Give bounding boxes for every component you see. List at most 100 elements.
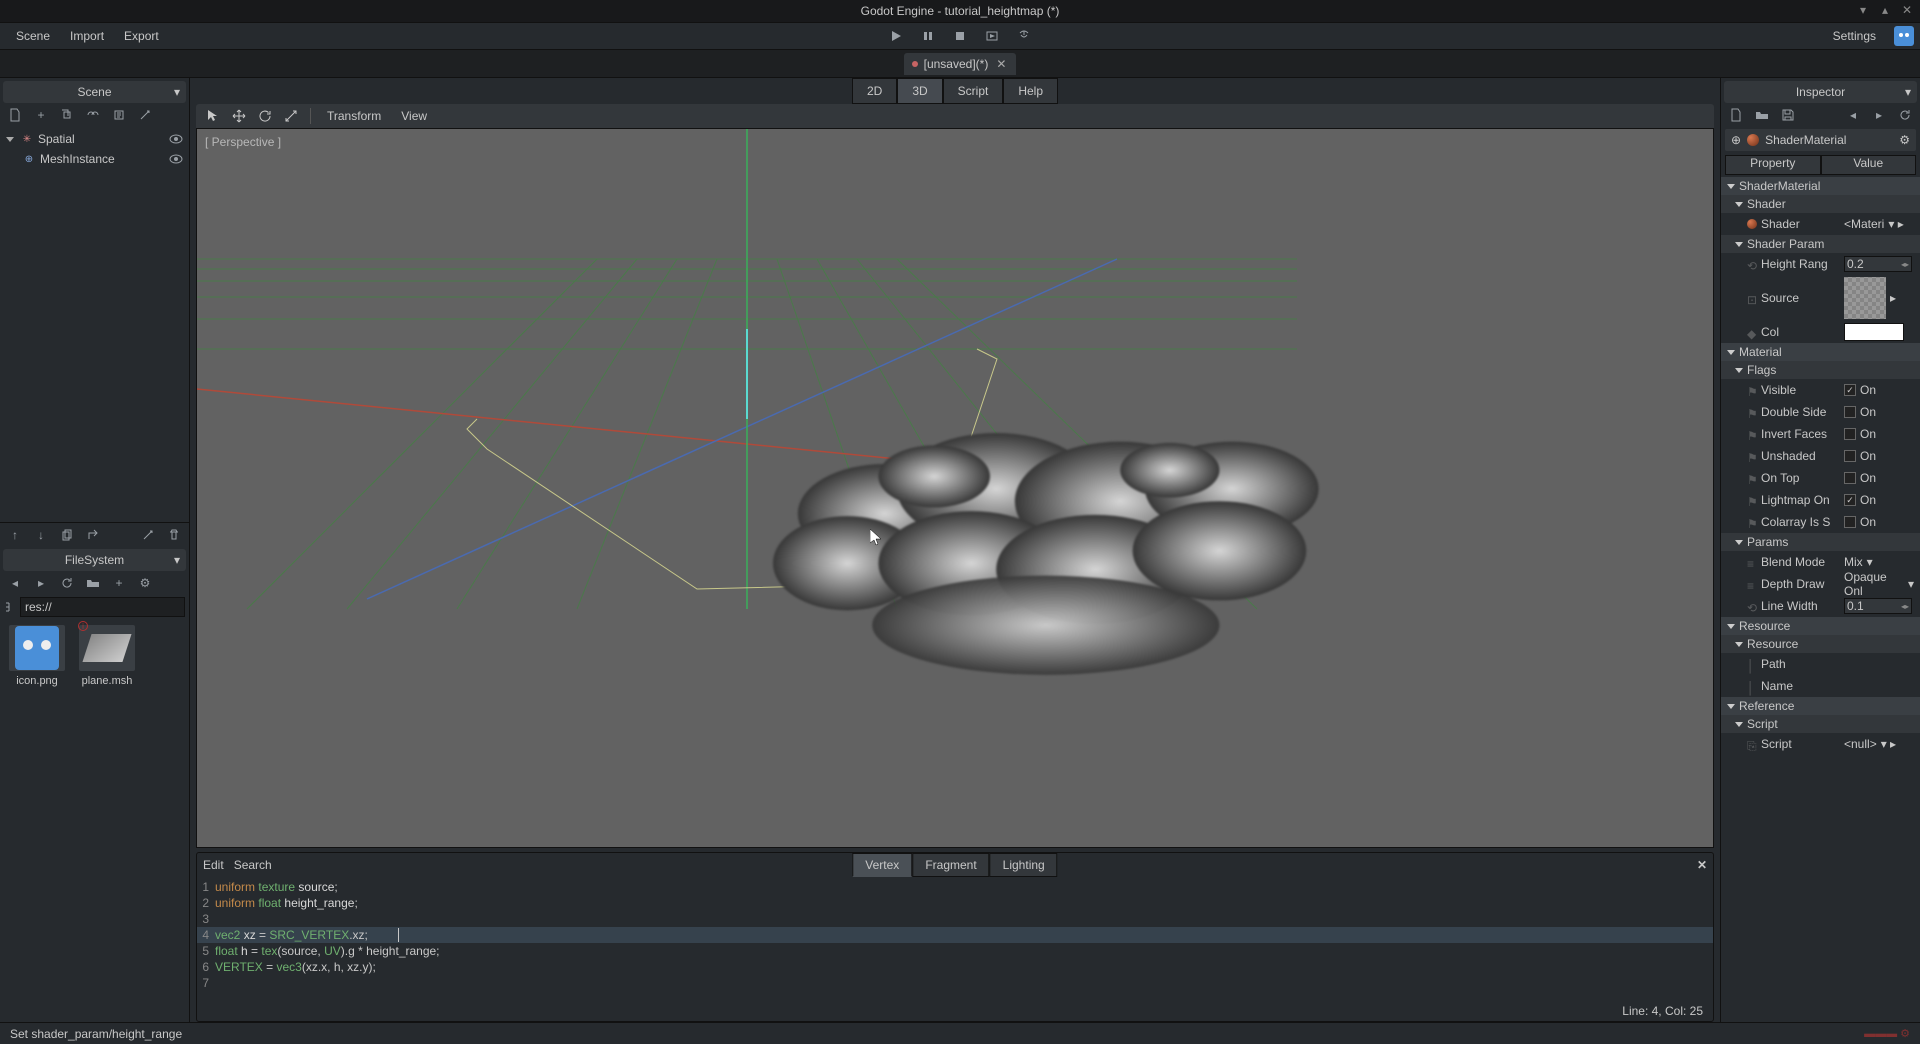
tree-node-meshinstance[interactable]: ⊕ MeshInstance	[4, 149, 185, 169]
transform-menu[interactable]: Transform	[319, 107, 389, 125]
play-scene-icon[interactable]	[979, 25, 1005, 47]
script-icon[interactable]	[108, 105, 130, 125]
history-back-icon[interactable]: ◂	[1842, 105, 1864, 125]
rotate-tool-icon[interactable]	[254, 106, 276, 126]
tab-2d[interactable]: 2D	[852, 78, 897, 104]
scene-tab-unsaved[interactable]: [unsaved](*) ✕	[904, 53, 1017, 75]
menu-export[interactable]: Export	[114, 25, 169, 47]
shader-close-icon[interactable]: ✕	[1697, 858, 1707, 872]
3d-viewport[interactable]: [ Perspective ]	[196, 128, 1714, 848]
close-icon[interactable]: ✕	[1900, 3, 1914, 17]
nav-settings-icon[interactable]: ⚙	[134, 573, 156, 593]
settings-button[interactable]: Settings	[1823, 25, 1886, 47]
tab-3d[interactable]: 3D	[897, 78, 942, 104]
section-shaderparam[interactable]: Shader Param	[1721, 235, 1920, 253]
move-tool-icon[interactable]	[228, 106, 250, 126]
prop-visible[interactable]: ⚑VisibleOn	[1721, 379, 1920, 401]
file-plane-msh[interactable]: plane.msh	[76, 625, 138, 687]
visibility-icon[interactable]	[169, 154, 185, 164]
dock-menu-icon[interactable]: ▾	[174, 553, 180, 567]
checkbox[interactable]	[1844, 450, 1856, 462]
save-resource-icon[interactable]	[1777, 105, 1799, 125]
duplicate-icon[interactable]	[56, 525, 78, 545]
prop-unshaded[interactable]: ⚑UnshadedOn	[1721, 445, 1920, 467]
multi-edit-icon[interactable]	[137, 525, 159, 545]
expand-icon[interactable]	[6, 137, 14, 142]
play-icon[interactable]	[883, 25, 909, 47]
scene-dock-header[interactable]: Scene ▾	[3, 81, 186, 103]
prop-depth-draw[interactable]: ≡Depth DrawOpaque Onl ▾	[1721, 573, 1920, 595]
checkbox[interactable]	[1844, 472, 1856, 484]
inspector-object-row[interactable]: ⊕ ShaderMaterial ⚙	[1725, 129, 1916, 151]
checkbox[interactable]	[1844, 428, 1856, 440]
section-flags[interactable]: Flags	[1721, 361, 1920, 379]
menu-import[interactable]: Import	[60, 25, 114, 47]
revert-icon[interactable]: ⊡	[1747, 293, 1757, 303]
texture-swatch[interactable]	[1844, 277, 1886, 319]
file-icon-png[interactable]: icon.png	[6, 625, 68, 687]
section-shader[interactable]: Shader	[1721, 195, 1920, 213]
maximize-icon[interactable]: ▴	[1878, 3, 1892, 17]
revert-icon[interactable]: ◆	[1747, 327, 1757, 337]
inspector-dock-header[interactable]: Inspector ▾	[1724, 81, 1917, 103]
prop-line-width[interactable]: ⟲Line Width0.1◂▸	[1721, 595, 1920, 617]
checkbox[interactable]	[1844, 494, 1856, 506]
prop-shader[interactable]: Shader <Materi ▾ ▸	[1721, 213, 1920, 235]
section-resource[interactable]: Resource	[1721, 617, 1920, 635]
prop-invert-faces[interactable]: ⚑Invert FacesOn	[1721, 423, 1920, 445]
stop-icon[interactable]	[947, 25, 973, 47]
link-icon[interactable]	[82, 105, 104, 125]
nav-reload-icon[interactable]	[56, 573, 78, 593]
nav-back-icon[interactable]: ◂	[4, 573, 26, 593]
checkbox[interactable]	[1844, 406, 1856, 418]
prop-on-top[interactable]: ⚑On TopOn	[1721, 467, 1920, 489]
section-reference[interactable]: Reference	[1721, 697, 1920, 715]
section-shadermaterial[interactable]: ShaderMaterial	[1721, 177, 1920, 195]
revert-icon[interactable]: ⟲	[1747, 259, 1757, 269]
shader-edit-menu[interactable]: Edit	[203, 858, 224, 872]
connect-icon[interactable]	[134, 105, 156, 125]
prop-path[interactable]: │Path	[1721, 653, 1920, 675]
path-tree-icon[interactable]	[4, 597, 16, 617]
section-params[interactable]: Params	[1721, 533, 1920, 551]
dock-menu-icon[interactable]: ▾	[1905, 85, 1911, 99]
new-resource-icon[interactable]	[1725, 105, 1747, 125]
pause-icon[interactable]	[915, 25, 941, 47]
delete-icon[interactable]	[163, 525, 185, 545]
tab-close-icon[interactable]: ✕	[994, 57, 1008, 71]
history-fwd-icon[interactable]: ▸	[1868, 105, 1890, 125]
prop-source[interactable]: ⊡ Source ▸	[1721, 275, 1920, 321]
instance-icon[interactable]	[56, 105, 78, 125]
shader-search-menu[interactable]: Search	[234, 858, 272, 872]
load-resource-icon[interactable]	[1751, 105, 1773, 125]
scale-tool-icon[interactable]	[280, 106, 302, 126]
object-options-icon[interactable]: ⚙	[1899, 133, 1910, 147]
checkbox[interactable]	[1844, 516, 1856, 528]
tree-node-spatial[interactable]: ✳ Spatial	[4, 129, 185, 149]
move-down-icon[interactable]: ↓	[30, 525, 52, 545]
section-script[interactable]: Script	[1721, 715, 1920, 733]
prop-col[interactable]: ◆ Col	[1721, 321, 1920, 343]
section-material[interactable]: Material	[1721, 343, 1920, 361]
reparent-icon[interactable]	[82, 525, 104, 545]
prop-name[interactable]: │Name	[1721, 675, 1920, 697]
prop-height-range[interactable]: ⟲ Height Rang 0.2◂▸	[1721, 253, 1920, 275]
visibility-icon[interactable]	[169, 134, 185, 144]
select-tool-icon[interactable]	[202, 106, 224, 126]
new-node-icon[interactable]	[4, 105, 26, 125]
shader-code[interactable]: 1uniform texture source; 2uniform float …	[197, 877, 1713, 1001]
tab-help[interactable]: Help	[1003, 78, 1058, 104]
nav-add-icon[interactable]: +	[108, 573, 130, 593]
minimize-icon[interactable]: ▾	[1856, 3, 1870, 17]
shader-tab-lighting[interactable]: Lighting	[990, 853, 1058, 877]
add-node-icon[interactable]: +	[30, 105, 52, 125]
dock-menu-icon[interactable]: ▾	[174, 85, 180, 99]
shader-tab-vertex[interactable]: Vertex	[852, 853, 912, 877]
view-menu[interactable]: View	[393, 107, 435, 125]
shader-tab-fragment[interactable]: Fragment	[912, 853, 989, 877]
tab-script[interactable]: Script	[943, 78, 1004, 104]
color-swatch[interactable]	[1844, 323, 1904, 341]
path-input[interactable]	[20, 597, 185, 617]
prop-colarray[interactable]: ⚑Colarray Is SOn	[1721, 511, 1920, 533]
move-up-icon[interactable]: ↑	[4, 525, 26, 545]
